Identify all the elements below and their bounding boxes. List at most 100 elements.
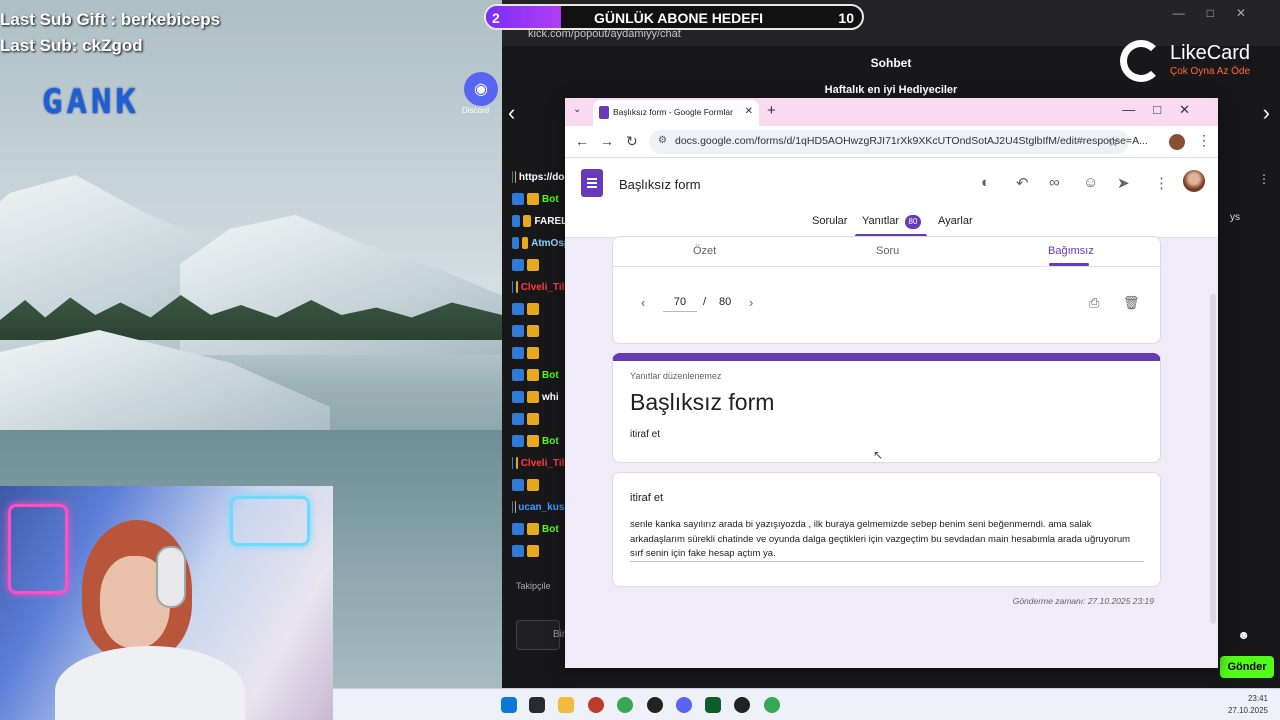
- tab-question[interactable]: Soru: [876, 245, 899, 257]
- tab-title: Başlıksız form - Google Formlar: [613, 107, 733, 117]
- question-title: itiraf et: [630, 492, 664, 504]
- forms-header: Başlıksız form ◐ ↶ ∞ ☺ ➤ ⋮ Sorular Yanıt…: [565, 158, 1218, 238]
- app-icon[interactable]: [647, 697, 663, 713]
- clock-date[interactable]: 27.10.2025: [1228, 706, 1268, 715]
- gank-logo: GANK: [42, 82, 140, 122]
- badge-icon: [527, 259, 539, 271]
- chevron-left-icon[interactable]: ‹: [641, 295, 645, 310]
- headphone-icon: [156, 546, 186, 608]
- browser-menu-icon[interactable]: ⋮: [1197, 132, 1211, 149]
- badge-icon: [512, 325, 524, 337]
- active-subtab-indicator: [1049, 263, 1089, 266]
- mouse-cursor-icon: ↖: [873, 448, 884, 462]
- send-button[interactable]: Gönder: [1220, 656, 1274, 678]
- more-options-icon[interactable]: ⋮: [1154, 174, 1169, 192]
- tab-bar: ⌄ Başlıksız form - Google Formlar ✕ + —□…: [565, 98, 1218, 126]
- tab-search-icon[interactable]: ⌄: [573, 104, 581, 115]
- app-icon[interactable]: [588, 697, 604, 713]
- last-sub: Last Sub: ckZgod: [0, 36, 143, 55]
- new-tab-icon[interactable]: +: [767, 102, 776, 119]
- likecard-name: LikeCard: [1170, 42, 1251, 64]
- badge-icon: [527, 545, 539, 557]
- app-icon[interactable]: [705, 697, 721, 713]
- scrollbar[interactable]: [1210, 294, 1216, 624]
- badge-icon: [512, 413, 524, 425]
- site-info-icon[interactable]: ⚙: [658, 135, 667, 146]
- followers-label: Takipçile: [516, 581, 551, 591]
- palette-icon[interactable]: ◐: [981, 174, 990, 191]
- tab-summary[interactable]: Özet: [693, 245, 716, 257]
- url-field[interactable]: ⚙ docs.google.com/forms/d/1qHD5AOHwzgRJI…: [649, 130, 1148, 154]
- badge-icon: [512, 479, 524, 491]
- webcam-feed: [0, 486, 333, 720]
- chevron-right-icon[interactable]: ›: [1263, 100, 1270, 126]
- delete-icon[interactable]: 🗑: [1123, 295, 1140, 311]
- profile-avatar[interactable]: [1169, 134, 1185, 150]
- link-icon[interactable]: ∞: [1049, 174, 1060, 191]
- chat-row: [512, 320, 570, 342]
- daily-sub-goal: 2 GÜNLÜK ABONE HEDEFI 10: [484, 4, 864, 30]
- neon-light: [230, 496, 310, 546]
- chat-username[interactable]: Bot: [542, 370, 559, 381]
- chat-username[interactable]: Bot: [542, 194, 559, 205]
- neon-light: [8, 504, 68, 594]
- task-view-icon[interactable]: [529, 697, 545, 713]
- address-bar: ← → ↻ ⚙ docs.google.com/forms/d/1qHD5AOH…: [565, 126, 1218, 158]
- start-icon[interactable]: [501, 697, 517, 713]
- chat-username[interactable]: ucan_kusk: [518, 502, 570, 513]
- streamer-body: [55, 646, 245, 720]
- likecard-c-icon: [1120, 40, 1162, 82]
- badge-icon: [527, 413, 539, 425]
- tab-questions[interactable]: Sorular: [812, 215, 847, 227]
- chat-row: [512, 540, 570, 562]
- chevron-right-icon[interactable]: ›: [749, 295, 753, 310]
- pin-icon[interactable]: ⋮: [1258, 172, 1270, 186]
- chat-messages: https://doc Bot FARELI AtmOsp Clveli_Tilk Bot…: [512, 166, 570, 626]
- badge-icon: [527, 479, 539, 491]
- chat-username[interactable]: Clveli_Tilk: [521, 458, 570, 469]
- emoji-icon[interactable]: ☻: [1237, 628, 1250, 642]
- bookmark-star-icon[interactable]: ☆: [1107, 134, 1119, 150]
- window-controls[interactable]: —□✕: [1173, 6, 1268, 20]
- back-icon[interactable]: ←: [575, 133, 589, 149]
- add-collaborator-icon[interactable]: ☺: [1083, 174, 1098, 191]
- badge-icon: [516, 457, 518, 469]
- responses-count-badge: 80: [905, 215, 921, 229]
- browser-tab[interactable]: Başlıksız form - Google Formlar ✕: [593, 100, 759, 126]
- print-icon[interactable]: ⎙: [1089, 295, 1099, 311]
- undo-icon[interactable]: ↶: [1016, 174, 1029, 192]
- forward-icon[interactable]: →: [600, 133, 614, 149]
- chrome-icon[interactable]: [617, 697, 633, 713]
- google-forms-icon[interactable]: [581, 169, 603, 197]
- discord-icon[interactable]: ◉: [464, 72, 498, 106]
- user-avatar[interactable]: [1183, 170, 1205, 192]
- response-number-input[interactable]: 70: [663, 296, 697, 312]
- badge-icon: [512, 237, 519, 249]
- clock-time[interactable]: 23:41: [1248, 694, 1268, 703]
- close-tab-icon[interactable]: ✕: [745, 106, 753, 117]
- chat-username[interactable]: Bot: [542, 524, 559, 535]
- tab-settings[interactable]: Ayarlar: [938, 215, 973, 227]
- last-sub-gift: Last Sub Gift : berkebiceps: [0, 10, 221, 29]
- chat-username[interactable]: whi: [542, 392, 559, 403]
- file-explorer-icon[interactable]: [558, 697, 574, 713]
- goal-target: 10: [838, 10, 854, 26]
- chat-username[interactable]: https://doc: [519, 172, 570, 183]
- app-icon[interactable]: [734, 697, 750, 713]
- tab-responses[interactable]: Yanıtlar: [862, 215, 899, 227]
- window-controls[interactable]: —□✕: [1122, 102, 1208, 118]
- chat-username[interactable]: Bot: [542, 436, 559, 447]
- answer-card: itiraf et senle kanka sayılırız arada bi…: [612, 472, 1161, 587]
- answer-underline: [630, 561, 1144, 562]
- chat-username[interactable]: Clveli_Tilk: [521, 282, 570, 293]
- reload-icon[interactable]: ↻: [626, 133, 638, 150]
- discord-taskbar-icon[interactable]: [676, 697, 692, 713]
- badge-icon: [521, 237, 529, 249]
- chrome-icon[interactable]: [764, 697, 780, 713]
- tab-individual[interactable]: Bağımsız: [1048, 245, 1094, 257]
- chevron-left-icon[interactable]: ‹: [508, 100, 515, 126]
- chat-input[interactable]: Bir: [516, 620, 565, 650]
- publish-icon[interactable]: ➤: [1117, 174, 1130, 192]
- form-title[interactable]: Başlıksız form: [619, 177, 701, 192]
- browser-window: ⌄ Başlıksız form - Google Formlar ✕ + —□…: [565, 98, 1218, 668]
